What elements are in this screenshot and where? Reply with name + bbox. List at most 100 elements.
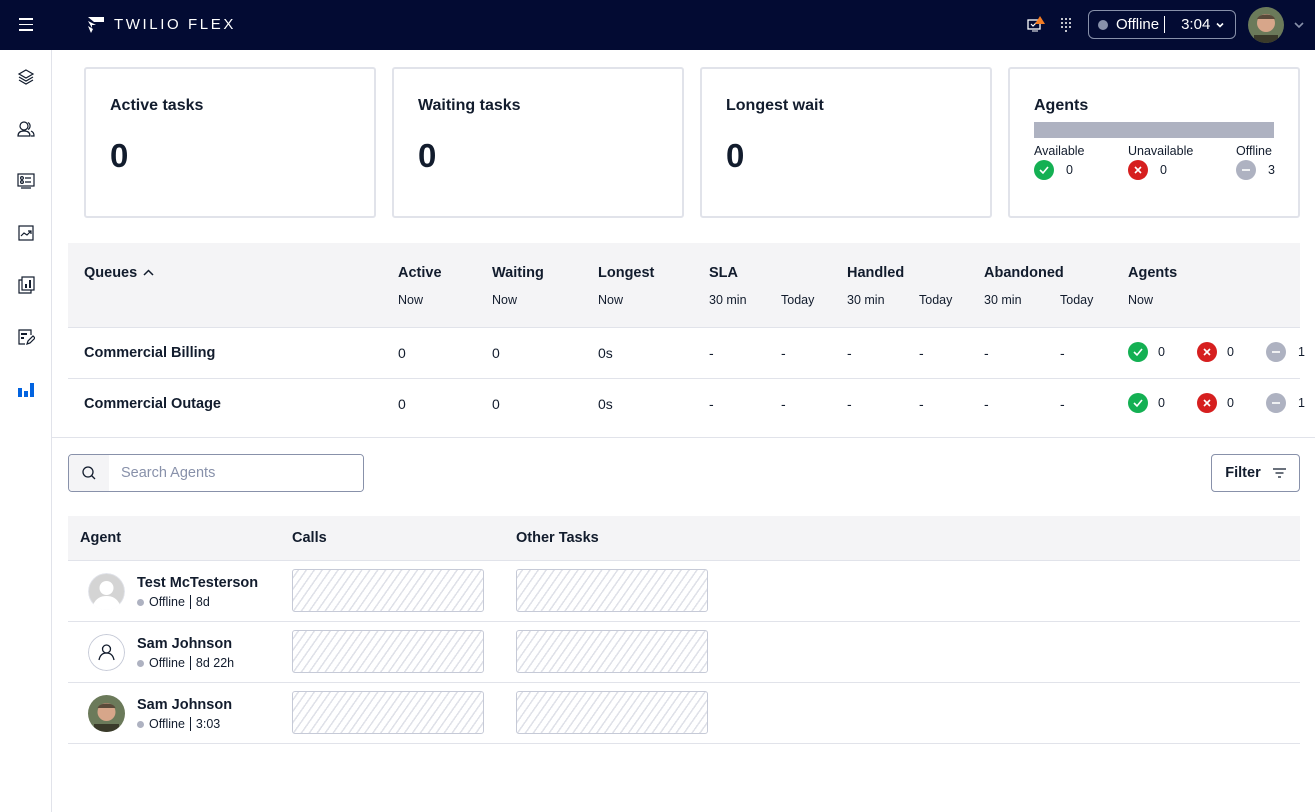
search-icon	[82, 466, 96, 480]
activity-status-selector[interactable]: Offline 3:04	[1088, 10, 1236, 39]
subheader-30min: 30 min	[709, 293, 747, 307]
queue-row[interactable]: Commercial Billing 0 0 0s - - - - - - 0 0 1	[68, 328, 1305, 379]
divider	[1164, 16, 1166, 33]
status-dot	[1098, 19, 1108, 30]
available-count: 0	[1158, 345, 1165, 359]
longest-wait-card: Longest wait 0	[700, 67, 992, 218]
queue-active: 0	[398, 396, 406, 412]
agents-table: Agent Calls Other Tasks Test McTesterson…	[68, 516, 1300, 744]
users-icon[interactable]	[17, 120, 35, 138]
header-sla: SLA	[709, 265, 738, 281]
agent-row[interactable]: Test McTesterson Offline 8d	[68, 561, 1300, 622]
queue-longest: 0s	[598, 345, 613, 361]
card-value: 0	[110, 137, 129, 174]
subheader-now: Now	[492, 293, 518, 307]
search-agents	[68, 454, 364, 492]
status-dot	[137, 598, 144, 606]
alert-monitor-icon[interactable]	[1027, 16, 1045, 34]
task-list-icon[interactable]	[17, 172, 35, 190]
minus-icon	[1236, 160, 1256, 180]
subheader-today: Today	[919, 293, 953, 307]
agent-avatar	[88, 634, 125, 671]
agent-status-label: Offline	[149, 717, 185, 731]
queue-row[interactable]: Commercial Outage 0 0 0s - - - - - - 0 0 1	[68, 379, 1305, 430]
queues-table: Queues Active Waiting Longest SLA Handle…	[68, 243, 1305, 430]
header-label: Queues	[84, 265, 138, 281]
queue-waiting: 0	[492, 345, 500, 361]
offline-count: 3	[1268, 163, 1275, 177]
layers-icon[interactable]	[17, 68, 35, 86]
queue-sla30: -	[709, 345, 714, 361]
minus-icon	[1266, 393, 1286, 413]
queues-table-header: Queues Active Waiting Longest SLA Handle…	[68, 243, 1300, 328]
chevron-down-icon[interactable]	[1294, 21, 1304, 29]
agent-name: Sam Johnson	[137, 697, 233, 713]
queue-sla30: -	[709, 396, 714, 412]
queue-active: 0	[398, 345, 406, 361]
check-icon	[1128, 342, 1148, 362]
agent-status-label: Offline	[149, 595, 185, 609]
chevron-up-icon	[143, 269, 154, 276]
agent-name: Test McTesterson	[137, 575, 259, 591]
card-value: 0	[418, 137, 437, 174]
dialpad-icon[interactable]	[1060, 17, 1072, 33]
offline-count: 1	[1298, 396, 1305, 410]
subheader-now: Now	[598, 293, 624, 307]
header-abandoned: Abandoned	[984, 265, 1064, 281]
header-active: Active	[398, 265, 442, 281]
calls-capacity	[292, 691, 484, 734]
agents-card: Agents Available 0 Unavailable 0 Offline…	[1008, 67, 1300, 218]
agent-status-duration: 8d 22h	[195, 656, 235, 670]
filter-button[interactable]: Filter	[1211, 454, 1300, 492]
bar-chart-icon[interactable]	[17, 380, 35, 398]
divider	[189, 717, 191, 731]
subheader-30min: 30 min	[984, 293, 1022, 307]
edit-form-icon[interactable]	[17, 328, 35, 346]
unavailable-label: Unavailable	[1128, 144, 1194, 158]
other-tasks-capacity	[516, 691, 708, 734]
agent-row[interactable]: Sam Johnson Offline 3:03	[68, 683, 1300, 744]
search-icon-box	[69, 455, 109, 491]
card-title: Active tasks	[110, 97, 204, 114]
queue-slaToday: -	[781, 345, 786, 361]
status-timer: 3:04	[1181, 16, 1211, 33]
queue-handled30: -	[847, 345, 852, 361]
x-icon	[1197, 393, 1217, 413]
twilio-logo-icon	[88, 16, 104, 33]
agent-avatar	[88, 695, 125, 732]
calls-capacity	[292, 630, 484, 673]
report-icon[interactable]	[17, 276, 35, 294]
queue-handledToday: -	[919, 345, 924, 361]
queue-handled30: -	[847, 396, 852, 412]
header-handled: Handled	[847, 265, 905, 281]
other-tasks-capacity	[516, 569, 708, 612]
offline-label: Offline	[1236, 144, 1272, 158]
search-agents-input[interactable]	[109, 455, 363, 491]
card-title: Agents	[1034, 97, 1089, 114]
sort-queues-header[interactable]: Queues	[84, 265, 154, 281]
header-calls: Calls	[292, 530, 327, 546]
chart-trend-icon[interactable]	[17, 224, 35, 242]
queue-agents: 0 0 1	[1128, 393, 1305, 413]
agent-status: Offline 3:03	[137, 717, 220, 731]
header-agents: Agents	[1128, 265, 1178, 281]
agent-name: Sam Johnson	[137, 636, 233, 652]
waiting-tasks-card: Waiting tasks 0	[392, 67, 684, 218]
header-longest: Longest	[598, 265, 655, 281]
user-avatar[interactable]	[1248, 7, 1284, 43]
queue-abandonedToday: -	[1060, 345, 1065, 361]
check-icon	[1128, 393, 1148, 413]
available-label: Available	[1034, 144, 1085, 158]
agent-avatar	[88, 573, 125, 610]
agent-status: Offline 8d 22h	[137, 656, 234, 670]
header-agent: Agent	[80, 530, 122, 546]
offline-stat: Offline 3	[1236, 144, 1275, 180]
calls-capacity	[292, 569, 484, 612]
queue-abandoned30: -	[984, 396, 989, 412]
agent-row[interactable]: Sam Johnson Offline 8d 22h	[68, 622, 1300, 683]
menu-icon[interactable]	[19, 18, 33, 31]
divider	[189, 656, 191, 670]
agents-status-bar	[1034, 122, 1274, 138]
card-title: Longest wait	[726, 97, 824, 114]
app-logo: TWILIO FLEX	[88, 16, 236, 33]
